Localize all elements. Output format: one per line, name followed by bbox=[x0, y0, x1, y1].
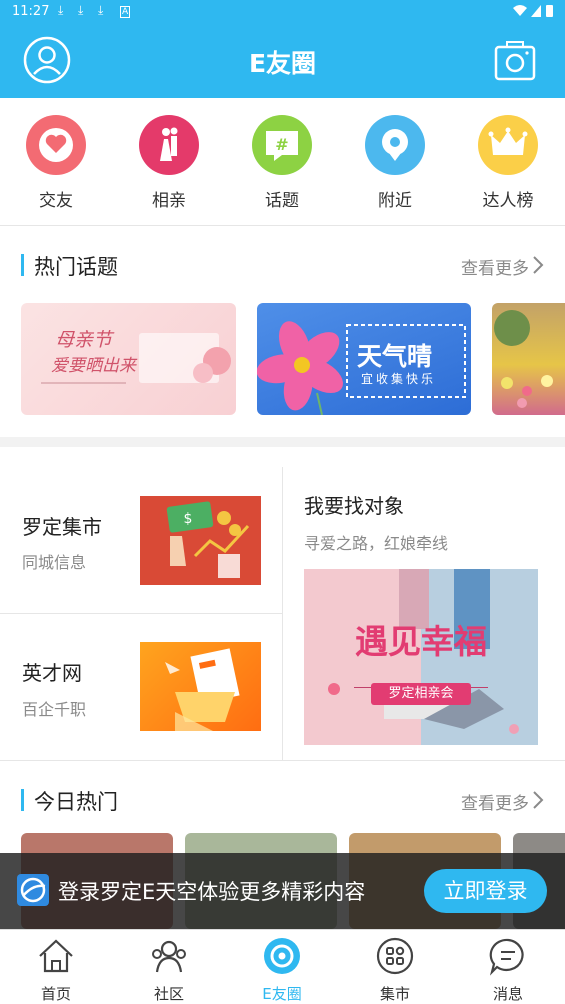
couple-icon bbox=[139, 115, 199, 175]
today-hot-header: 今日热门 查看更多 bbox=[0, 786, 565, 816]
nav-e-circle[interactable]: E友圈 bbox=[242, 936, 322, 1004]
feature-image-subtitle: 罗定相亲会 bbox=[371, 683, 471, 705]
section-title: 今日热门 bbox=[34, 790, 118, 814]
page-title: E友圈 bbox=[248, 49, 317, 78]
nav-label: E友圈 bbox=[262, 985, 302, 1003]
feature-title: 我要找对象 bbox=[304, 494, 404, 518]
svg-text:$: $ bbox=[184, 511, 193, 527]
category-row: 交友 相亲 # 话题 附近 达人榜 bbox=[0, 98, 565, 226]
status-time: 11:27 bbox=[12, 4, 50, 19]
wifi-signal-battery-icon bbox=[513, 5, 553, 17]
feature-subtitle: 寻爱之路，红娘牵线 bbox=[304, 534, 449, 553]
market-item-title: 英才网 bbox=[22, 661, 82, 685]
market-item-subtitle: 同城信息 bbox=[22, 553, 87, 572]
category-label: 话题 bbox=[265, 191, 299, 211]
download-icon: ⤓ bbox=[78, 3, 84, 17]
location-icon bbox=[365, 115, 425, 175]
nav-messages[interactable]: 消息 bbox=[468, 936, 548, 1004]
section-divider bbox=[0, 760, 565, 761]
notification-icon: A bbox=[120, 6, 131, 18]
money-hand-illustration: $ bbox=[166, 501, 250, 578]
market-thumbnail bbox=[140, 642, 261, 731]
section-accent-bar bbox=[21, 254, 24, 276]
home-icon bbox=[39, 939, 73, 973]
market-icon bbox=[376, 937, 414, 975]
download-icon: ⤓ bbox=[98, 3, 104, 17]
banner-subtitle: 宜收集快乐 bbox=[361, 372, 437, 386]
status-bar: 11:27 ⤓ ⤓ ⤓ A bbox=[0, 0, 565, 24]
section-accent-bar bbox=[21, 789, 24, 811]
community-icon bbox=[152, 940, 186, 973]
svg-text:#: # bbox=[275, 135, 288, 154]
nav-label: 社区 bbox=[153, 985, 184, 1003]
feature-image: 遇见幸福 罗定相亲会 bbox=[304, 569, 538, 745]
market-section: 罗定集市 同城信息 $ 英才网 百企千职 我要找对象 寻爱之路，红娘牵线 遇见幸… bbox=[0, 467, 565, 760]
category-ranking[interactable]: 达人榜 bbox=[463, 115, 553, 211]
matchmaking-feature[interactable]: 我要找对象 寻爱之路，红娘牵线 遇见幸福 罗定相亲会 bbox=[283, 467, 565, 760]
category-friends[interactable]: 交友 bbox=[11, 115, 101, 211]
system-icons bbox=[511, 3, 555, 22]
section-divider bbox=[0, 437, 565, 447]
view-more-link[interactable]: 查看更多 bbox=[461, 789, 529, 814]
topic-banner-flowers[interactable] bbox=[492, 303, 565, 415]
category-label: 交友 bbox=[39, 191, 73, 211]
category-topics[interactable]: # 话题 bbox=[237, 115, 327, 211]
camera-icon[interactable] bbox=[494, 40, 536, 82]
section-title: 热门话题 bbox=[34, 255, 118, 279]
banner-subtitle: 爱要晒出来 bbox=[51, 356, 136, 376]
feature-image-title: 遇见幸福 bbox=[355, 622, 487, 661]
category-label: 达人榜 bbox=[482, 191, 534, 211]
circle-icon bbox=[264, 938, 300, 974]
category-label: 相亲 bbox=[152, 191, 186, 211]
app-logo-icon bbox=[17, 874, 49, 906]
resume-envelope-illustration bbox=[165, 648, 240, 731]
market-item-luoding[interactable]: 罗定集市 同城信息 $ bbox=[0, 467, 282, 613]
chevron-right-icon[interactable] bbox=[531, 254, 545, 276]
chevron-right-icon[interactable] bbox=[531, 789, 545, 811]
flower-field-image bbox=[494, 310, 553, 408]
view-more-link[interactable]: 查看更多 bbox=[461, 254, 529, 279]
market-thumbnail: $ bbox=[140, 496, 261, 585]
topic-banner-mothers-day[interactable]: 母亲节 爱要晒出来 bbox=[21, 303, 236, 415]
category-matchmaking[interactable]: 相亲 bbox=[124, 115, 214, 211]
nav-label: 消息 bbox=[492, 985, 523, 1003]
nav-label: 首页 bbox=[40, 985, 71, 1003]
market-item-subtitle: 百企千职 bbox=[22, 700, 87, 719]
login-prompt-text: 登录罗定E天空体验更多精彩内容 bbox=[58, 880, 366, 904]
topic-banner-sunny[interactable]: 天气晴 宜收集快乐 bbox=[257, 303, 471, 415]
nav-community[interactable]: 社区 bbox=[129, 936, 209, 1004]
login-prompt-banner: 登录罗定E天空体验更多精彩内容 立即登录 bbox=[0, 853, 565, 929]
heart-icon bbox=[26, 115, 86, 175]
hot-topics-header: 热门话题 查看更多 bbox=[0, 251, 565, 281]
download-icon: ⤓ bbox=[58, 3, 64, 17]
banner-title: 天气晴 bbox=[357, 342, 433, 371]
message-icon bbox=[489, 938, 524, 976]
app-header: E友圈 bbox=[0, 24, 565, 98]
login-button[interactable]: 立即登录 bbox=[424, 869, 547, 913]
market-item-title: 罗定集市 bbox=[22, 515, 102, 539]
nav-market[interactable]: 集市 bbox=[355, 936, 435, 1004]
category-label: 附近 bbox=[378, 191, 412, 211]
nav-label: 集市 bbox=[379, 985, 410, 1003]
category-nearby[interactable]: 附近 bbox=[350, 115, 440, 211]
banner-title: 母亲节 bbox=[55, 329, 113, 351]
hashtag-icon: # bbox=[252, 115, 312, 175]
bottom-navigation: 首页 社区 E友圈 集市 消息 bbox=[0, 929, 565, 1004]
crown-icon bbox=[478, 115, 538, 175]
market-item-jobs[interactable]: 英才网 百企千职 bbox=[0, 614, 282, 760]
nav-home[interactable]: 首页 bbox=[16, 936, 96, 1004]
